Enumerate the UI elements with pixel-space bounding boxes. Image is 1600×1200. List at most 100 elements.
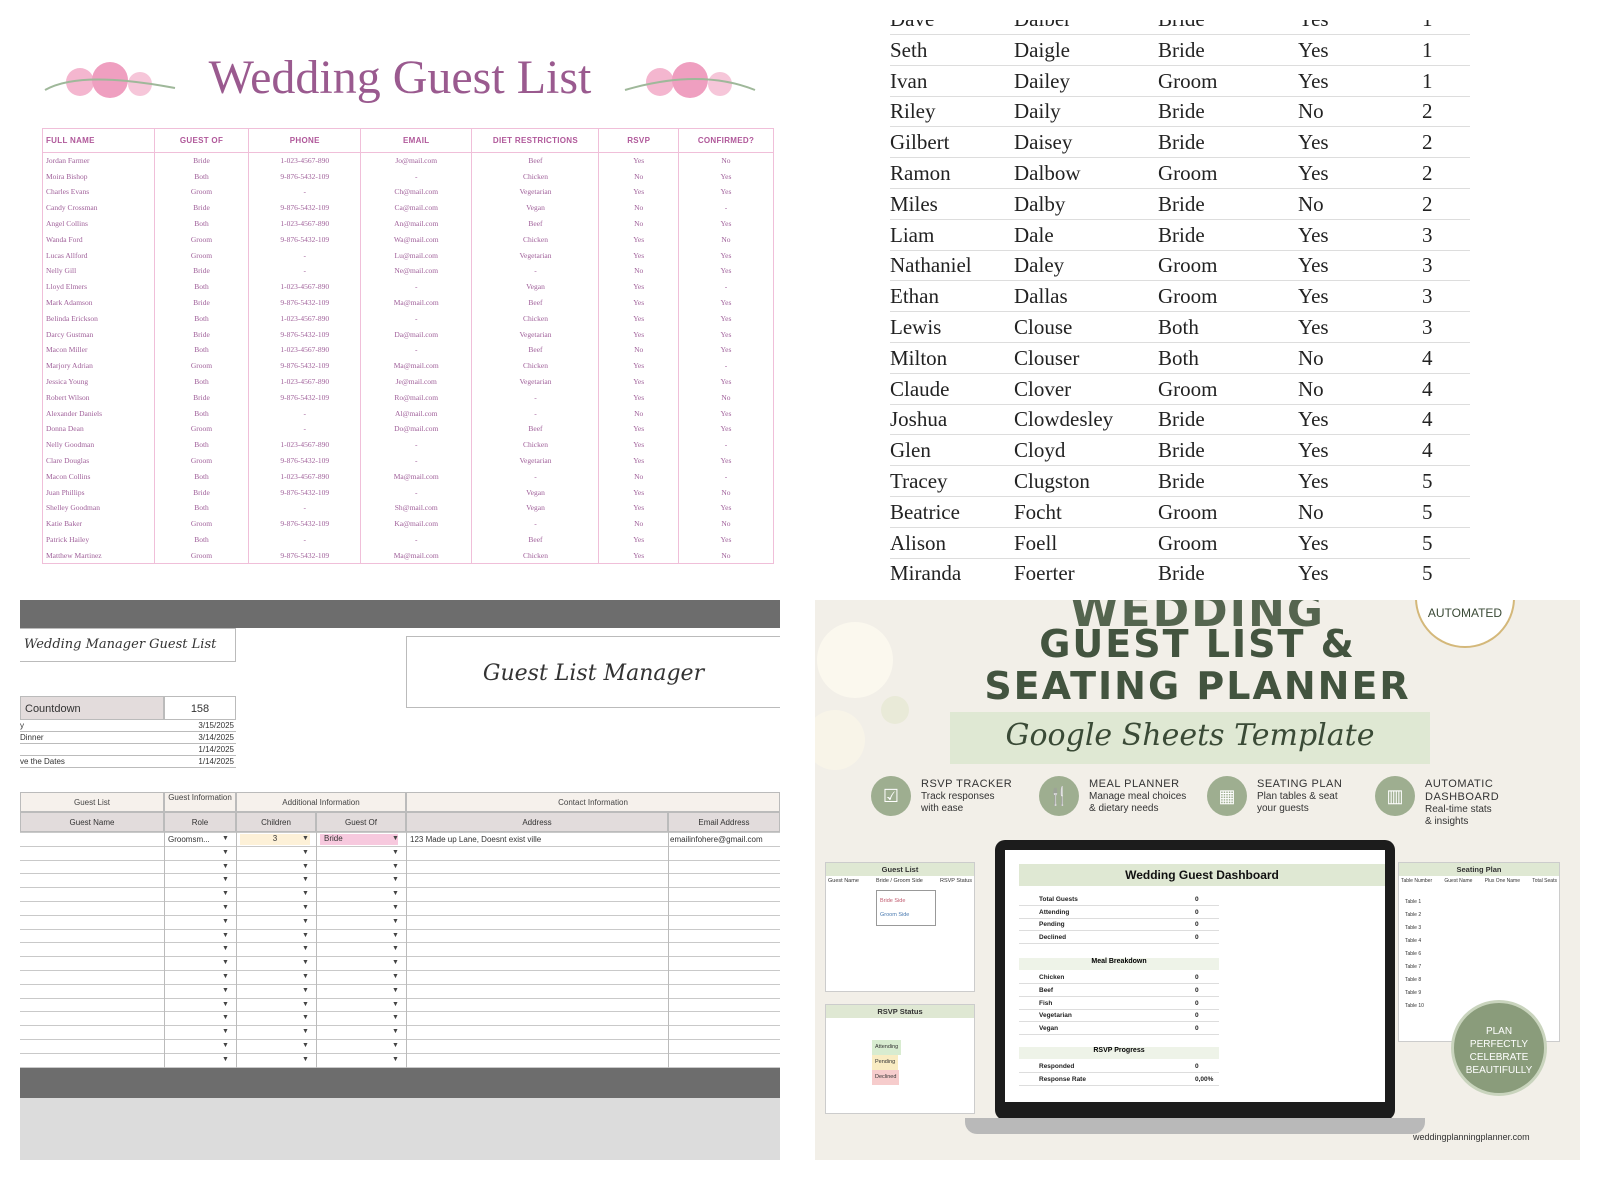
dropdown-arrow-icon[interactable]: ▼ xyxy=(392,959,399,966)
table-option[interactable]: Table 9 xyxy=(1405,987,1445,1000)
table-row[interactable]: Nelly Gill Bride - Ne@mail.com - No Yes xyxy=(42,263,775,279)
dropdown-arrow-icon[interactable]: ▼ xyxy=(392,1014,399,1021)
dropdown-arrow-icon[interactable]: ▼ xyxy=(392,904,399,911)
table-option[interactable]: Table 2 xyxy=(1405,909,1445,922)
list-item[interactable]: Miranda Foerter Bride Yes 5 xyxy=(890,558,1470,580)
list-item[interactable]: Ramon Dalbow Groom Yes 2 xyxy=(890,158,1470,189)
table-row[interactable]: Lloyd Elmers Both 1-023-4567-890- Vegan Yes - xyxy=(42,278,775,295)
rsvp-dropdown[interactable]: Attending Pending Declined xyxy=(872,1040,936,1085)
dropdown-arrow-icon[interactable]: ▼ xyxy=(392,1001,399,1008)
list-item[interactable]: Lewis Clouse Both Yes 3 xyxy=(890,312,1470,343)
dropdown-arrow-icon[interactable]: ▼ xyxy=(392,890,399,897)
dropdown-arrow-icon[interactable]: ▼ xyxy=(302,1056,309,1063)
table-row[interactable]: Katie Baker Groom 9-876-5432-109 Ka@mail.co… xyxy=(42,515,775,532)
dropdown-arrow-icon[interactable]: ▼ xyxy=(222,904,229,911)
table-row[interactable]: Macon Miller Both 1-023-4567-890- Beef No Yes xyxy=(42,342,775,358)
list-item[interactable]: Claude Clover Groom No 4 xyxy=(890,374,1470,405)
table-option[interactable]: Table 8 xyxy=(1405,974,1445,987)
dropdown-arrow-icon[interactable]: ▼ xyxy=(222,835,229,842)
date-row[interactable]: y 3/15/2025 xyxy=(20,720,236,732)
table-row[interactable]: Moira Bishop Both 9-876-5432-109- Chicken No… xyxy=(42,168,775,185)
list-item[interactable]: Dave Daiber Bride Yes 1 xyxy=(890,20,1470,35)
table-row[interactable]: Wanda Ford Groom 9-876-5432-109 Wa@mail.com… xyxy=(42,231,775,248)
col-header-address[interactable]: Address xyxy=(406,812,668,832)
dropdown-arrow-icon[interactable]: ▼ xyxy=(222,1001,229,1008)
dropdown-arrow-icon[interactable]: ▼ xyxy=(302,1001,309,1008)
table-row[interactable]: Macon Collins Both 1-023-4567-890 Ma@mail.c… xyxy=(42,468,775,485)
table-row[interactable]: Jordan Farmer Bride 1-023-4567-890 Jo@mail.… xyxy=(42,152,775,169)
dropdown-arrow-icon[interactable]: ▼ xyxy=(392,849,399,856)
dropdown-arrow-icon[interactable]: ▼ xyxy=(302,987,309,994)
table-row[interactable]: Candy Crossman Bride 9-876-5432-109 Ca@mail… xyxy=(42,199,775,216)
table-option[interactable]: Table 10 xyxy=(1405,1000,1445,1013)
address-cell[interactable]: 123 Made up Lane, Doesnt exist ville xyxy=(410,835,541,844)
dropdown-arrow-icon[interactable]: ▼ xyxy=(302,932,309,939)
table-option[interactable]: Table 7 xyxy=(1405,961,1445,974)
list-item[interactable]: Ethan Dallas Groom Yes 3 xyxy=(890,281,1470,313)
table-option[interactable]: Table 1 xyxy=(1405,896,1445,909)
dropdown-arrow-icon[interactable]: ▼ xyxy=(392,835,399,842)
table-row[interactable]: Marjory Adrian Groom 9-876-5432-109 Ma@mail… xyxy=(42,357,775,374)
list-item[interactable]: Seth Daigle Bride Yes 1 xyxy=(890,35,1470,66)
dropdown-arrow-icon[interactable]: ▼ xyxy=(302,918,309,925)
children-cell[interactable]: 3 xyxy=(240,834,310,845)
date-row[interactable]: Dinner 3/14/2025 xyxy=(20,732,236,744)
date-row[interactable]: ve the Dates 1/14/2025 xyxy=(20,756,236,768)
col-header-guest-of[interactable]: Guest Of xyxy=(316,812,406,832)
dropdown-arrow-icon[interactable]: ▼ xyxy=(302,835,309,842)
col-header-role[interactable]: Role xyxy=(164,812,236,832)
dropdown-arrow-icon[interactable]: ▼ xyxy=(392,945,399,952)
dropdown-arrow-icon[interactable]: ▼ xyxy=(392,973,399,980)
dropdown-arrow-icon[interactable]: ▼ xyxy=(302,973,309,980)
table-row[interactable]: Donna Dean Groom - Do@mail.com Beef Yes Yes xyxy=(42,421,775,437)
date-row[interactable]: 1/14/2025 xyxy=(20,744,236,756)
table-row[interactable]: Darcy Gustman Bride 9-876-5432-109 Da@mail.… xyxy=(42,326,775,343)
table-option[interactable]: Table 6 xyxy=(1405,948,1445,961)
col-header-email[interactable]: Email Address xyxy=(668,812,780,832)
table-row[interactable]: Nelly Goodman Both 1-023-4567-890- Chicken Y… xyxy=(42,436,775,453)
table-row[interactable]: Jessica Young Both 1-023-4567-890 Je@mail.c… xyxy=(42,373,775,390)
list-item[interactable]: Glen Cloyd Bride Yes 4 xyxy=(890,435,1470,467)
dropdown-arrow-icon[interactable]: ▼ xyxy=(392,863,399,870)
table-row[interactable]: Alexander Daniels Both - Al@mail.com - No Yes xyxy=(42,405,775,422)
table-row[interactable]: Mark Adamson Bride 9-876-5432-109 Ma@mail.c… xyxy=(42,294,775,311)
dropdown-arrow-icon[interactable]: ▼ xyxy=(392,918,399,925)
list-item[interactable]: Gilbert Daisey Bride Yes 2 xyxy=(890,127,1470,159)
dropdown-arrow-icon[interactable]: ▼ xyxy=(302,959,309,966)
dropdown-arrow-icon[interactable]: ▼ xyxy=(222,959,229,966)
dropdown-arrow-icon[interactable]: ▼ xyxy=(392,987,399,994)
table-option[interactable]: Table 4 xyxy=(1405,935,1445,948)
dropdown-arrow-icon[interactable]: ▼ xyxy=(392,876,399,883)
col-header-children[interactable]: Children xyxy=(236,812,316,832)
table-row[interactable]: Clare Douglas Groom 9-876-5432-109- Vegetar… xyxy=(42,452,775,469)
dropdown-arrow-icon[interactable]: ▼ xyxy=(302,863,309,870)
dropdown-arrow-icon[interactable]: ▼ xyxy=(392,932,399,939)
dropdown-arrow-icon[interactable]: ▼ xyxy=(222,918,229,925)
dropdown-arrow-icon[interactable]: ▼ xyxy=(222,876,229,883)
col-header-guest-name[interactable]: Guest Name xyxy=(20,812,164,832)
dropdown-arrow-icon[interactable]: ▼ xyxy=(302,1014,309,1021)
dropdown-arrow-icon[interactable]: ▼ xyxy=(222,1056,229,1063)
dropdown-arrow-icon[interactable]: ▼ xyxy=(222,849,229,856)
email-cell[interactable]: emailinfohere@gmail.com xyxy=(670,835,763,844)
guest-of-cell[interactable]: Bride xyxy=(320,834,398,845)
list-item[interactable]: Nathaniel Daley Groom Yes 3 xyxy=(890,250,1470,282)
list-item[interactable]: Liam Dale Bride Yes 3 xyxy=(890,220,1470,251)
dropdown-arrow-icon[interactable]: ▼ xyxy=(392,1028,399,1035)
dropdown-arrow-icon[interactable]: ▼ xyxy=(222,1028,229,1035)
side-dropdown[interactable]: Bride Side Groom Side xyxy=(876,890,936,926)
dropdown-arrow-icon[interactable]: ▼ xyxy=(222,987,229,994)
dropdown-arrow-icon[interactable]: ▼ xyxy=(302,904,309,911)
table-option[interactable]: Table 3 xyxy=(1405,922,1445,935)
dropdown-arrow-icon[interactable]: ▼ xyxy=(222,973,229,980)
list-item[interactable]: Alison Foell Groom Yes 5 xyxy=(890,528,1470,559)
dropdown-arrow-icon[interactable]: ▼ xyxy=(392,1042,399,1049)
table-row[interactable]: Shelley Goodman Both - Sh@mail.com Vegan Yes Y… xyxy=(42,500,775,516)
dropdown-arrow-icon[interactable]: ▼ xyxy=(222,932,229,939)
dropdown-arrow-icon[interactable]: ▼ xyxy=(392,1056,399,1063)
list-item[interactable]: Beatrice Focht Groom No 5 xyxy=(890,497,1470,528)
table-dropdown[interactable]: Table 1 Table 2 Table 3 Table 4 Table 6 Table… xyxy=(1405,896,1445,1013)
list-item[interactable]: Miles Dalby Bride No 2 xyxy=(890,189,1470,220)
dropdown-arrow-icon[interactable]: ▼ xyxy=(302,876,309,883)
role-cell[interactable]: Groomsm... xyxy=(168,835,210,844)
